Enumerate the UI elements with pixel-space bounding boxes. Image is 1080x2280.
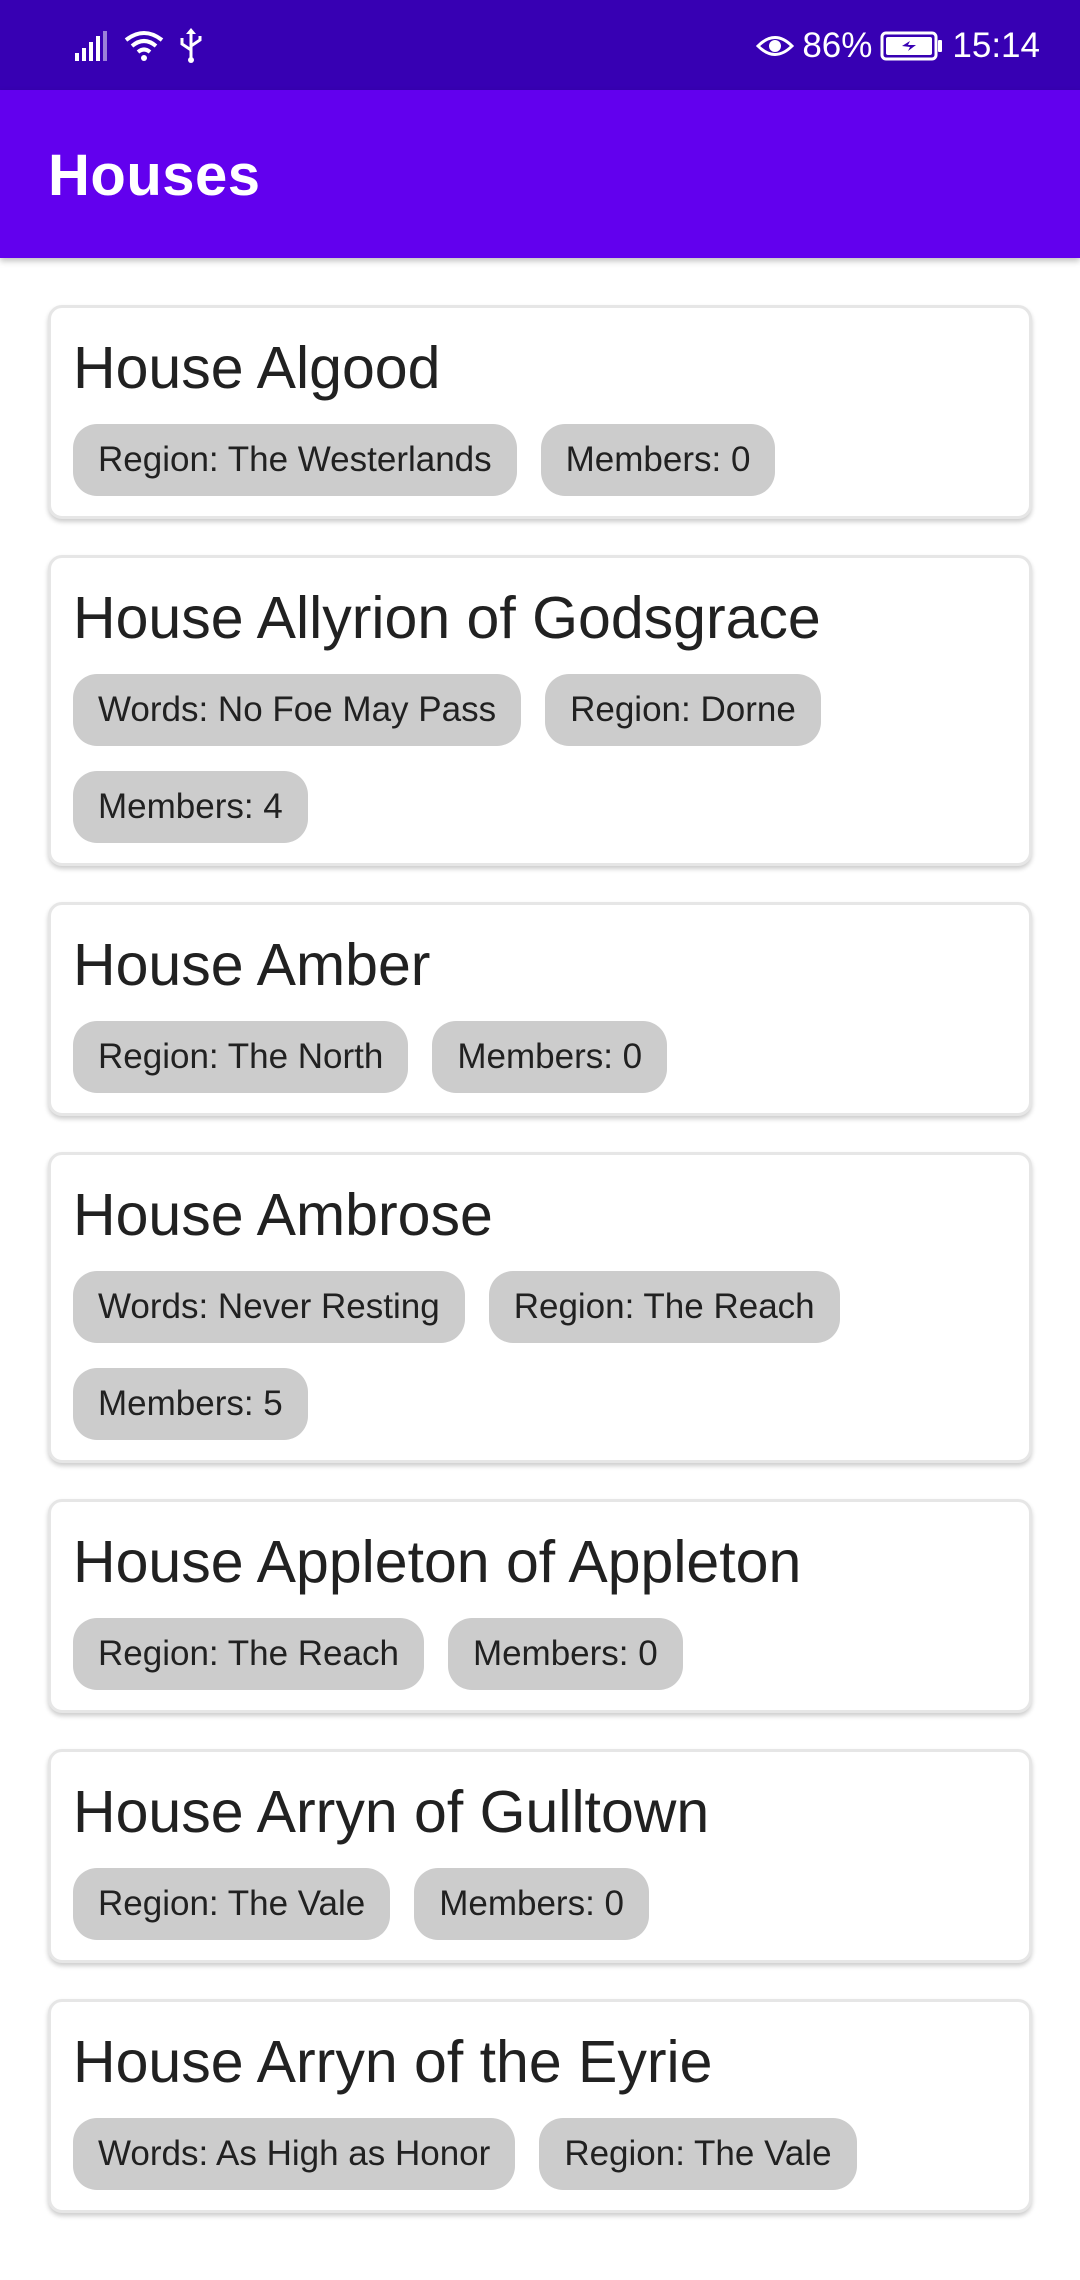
region-chip: Region: Dorne (545, 674, 821, 746)
region-chip: Region: The Vale (539, 2118, 857, 2190)
clock-time: 15:14 (952, 26, 1040, 65)
status-left-icons (74, 26, 204, 66)
house-chip-group: Region: The North Members: 0 (73, 1021, 1007, 1093)
usb-icon (178, 28, 204, 64)
eye-comfort-icon (756, 31, 795, 61)
house-name: House Arryn of the Eyrie (73, 2029, 713, 2095)
house-card[interactable]: House Allyrion of Godsgrace Words: No Foe… (48, 555, 1032, 866)
status-bar: 86% 15:14 (0, 0, 1080, 90)
region-chip: Region: The Vale (73, 1868, 391, 1940)
region-chip: Region: The Westerlands (73, 424, 517, 496)
house-chip-group: Region: The Vale Members: 0 (73, 1868, 1007, 1940)
members-chip: Members: 0 (540, 424, 776, 496)
battery-icon (880, 31, 944, 61)
house-card[interactable]: House Ambrose Words: Never Resting Region:… (48, 1152, 1032, 1463)
members-chip: Members: 0 (432, 1021, 668, 1093)
app-bar: Houses (0, 90, 1080, 258)
house-name: House Arryn of Gulltown (73, 1779, 710, 1845)
words-chip: Words: No Foe May Pass (73, 674, 522, 746)
house-name: House Amber (73, 932, 431, 998)
status-right-icons: 86% 15:14 (756, 22, 1040, 70)
house-chip-group: Region: The Westerlands Members: 0 (73, 424, 1007, 496)
wifi-icon (124, 30, 164, 62)
house-name: House Ambrose (73, 1182, 493, 1248)
house-name: House Allyrion of Godsgrace (73, 585, 821, 651)
house-chip-group: Words: As High as Honor Region: The Vale (73, 2118, 1007, 2190)
house-list[interactable]: House Algood Region: The Westerlands Membe… (48, 305, 1032, 2249)
members-chip: Members: 0 (447, 1618, 683, 1690)
words-chip: Words: Never Resting (73, 1271, 465, 1343)
house-card[interactable]: House Algood Region: The Westerlands Membe… (48, 305, 1032, 519)
region-chip: Region: The Reach (73, 1618, 424, 1690)
signal-icon (74, 31, 110, 61)
battery-percent: 86% (802, 26, 873, 65)
region-chip: Region: The Reach (488, 1271, 840, 1343)
house-name: House Appleton of Appleton (73, 1529, 802, 1595)
house-card[interactable]: House Appleton of Appleton Region: The Re… (48, 1499, 1032, 1713)
house-card[interactable]: House Arryn of Gulltown Region: The Vale M… (48, 1749, 1032, 1963)
house-chip-group: Words: Never Resting Region: The Reach Mem… (73, 1271, 1007, 1440)
members-chip: Members: 4 (73, 771, 308, 843)
members-chip: Members: 5 (73, 1368, 308, 1440)
house-card[interactable]: House Arryn of the Eyrie Words: As High a… (48, 1999, 1032, 2213)
members-chip: Members: 0 (414, 1868, 649, 1940)
house-name: House Algood (73, 335, 441, 401)
words-chip: Words: As High as Honor (73, 2118, 516, 2190)
house-card[interactable]: House Amber Region: The North Members: 0 (48, 902, 1032, 1116)
region-chip: Region: The North (73, 1021, 409, 1093)
house-chip-group: Region: The Reach Members: 0 (73, 1618, 1007, 1690)
page-title: Houses (48, 143, 261, 208)
house-chip-group: Words: No Foe May Pass Region: Dorne Membe… (73, 674, 1007, 843)
